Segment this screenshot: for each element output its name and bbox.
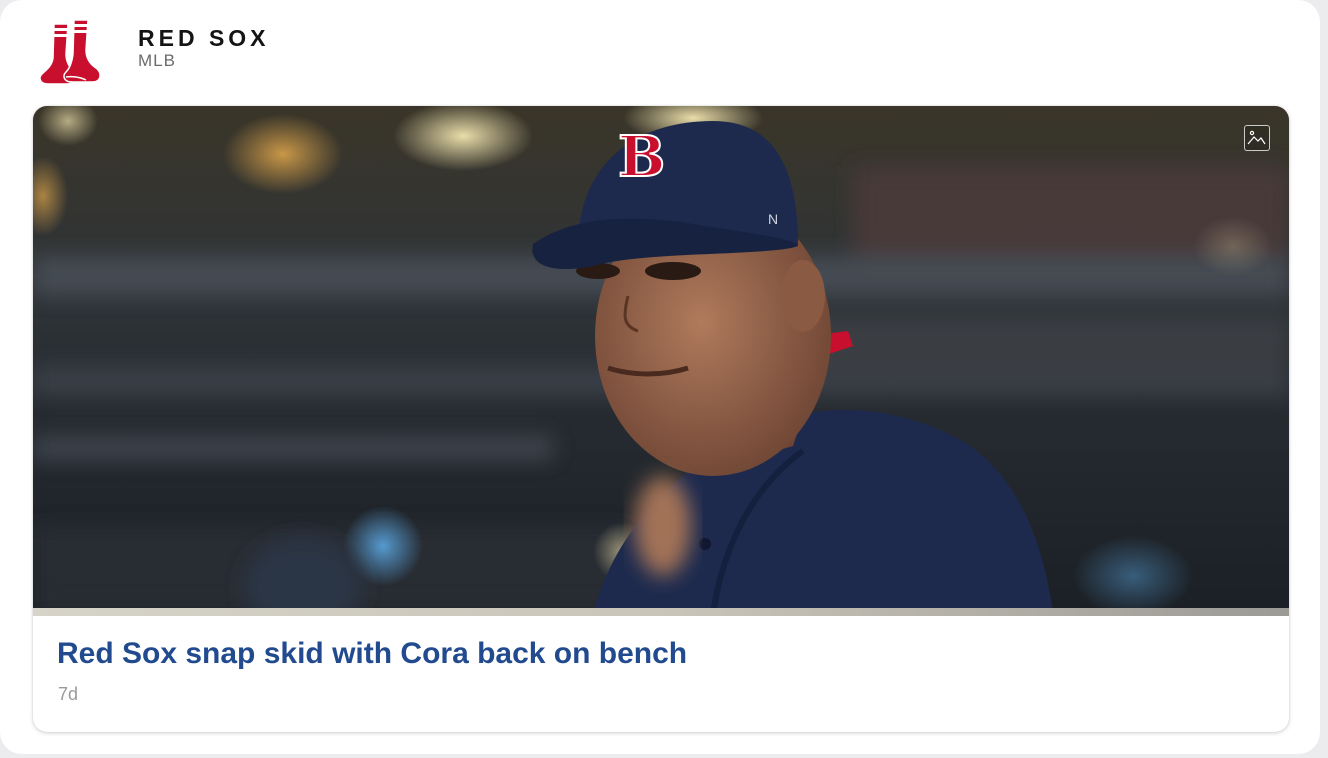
news-story-card[interactable]: B N Red Sox snap skid with Cora back on … — [33, 106, 1289, 732]
red-sox-logo[interactable] — [36, 16, 114, 92]
story-age: 7d — [58, 684, 79, 704]
team-text: RED SOX MLB — [138, 25, 270, 71]
gallery-icon[interactable] — [1244, 125, 1270, 151]
svg-text:B: B — [618, 124, 665, 190]
team-header[interactable]: RED SOX MLB — [36, 16, 270, 92]
story-headline[interactable]: Red Sox snap skid with Cora back on benc… — [57, 636, 687, 672]
league-name: MLB — [138, 51, 176, 70]
photo-caption-strip — [33, 608, 1289, 616]
story-photo[interactable]: B N — [33, 106, 1289, 614]
team-news-card: RED SOX MLB B N Red Sox snap skid with C… — [0, 0, 1320, 754]
svg-text:N: N — [768, 211, 778, 227]
team-name[interactable]: RED SOX — [138, 25, 270, 51]
